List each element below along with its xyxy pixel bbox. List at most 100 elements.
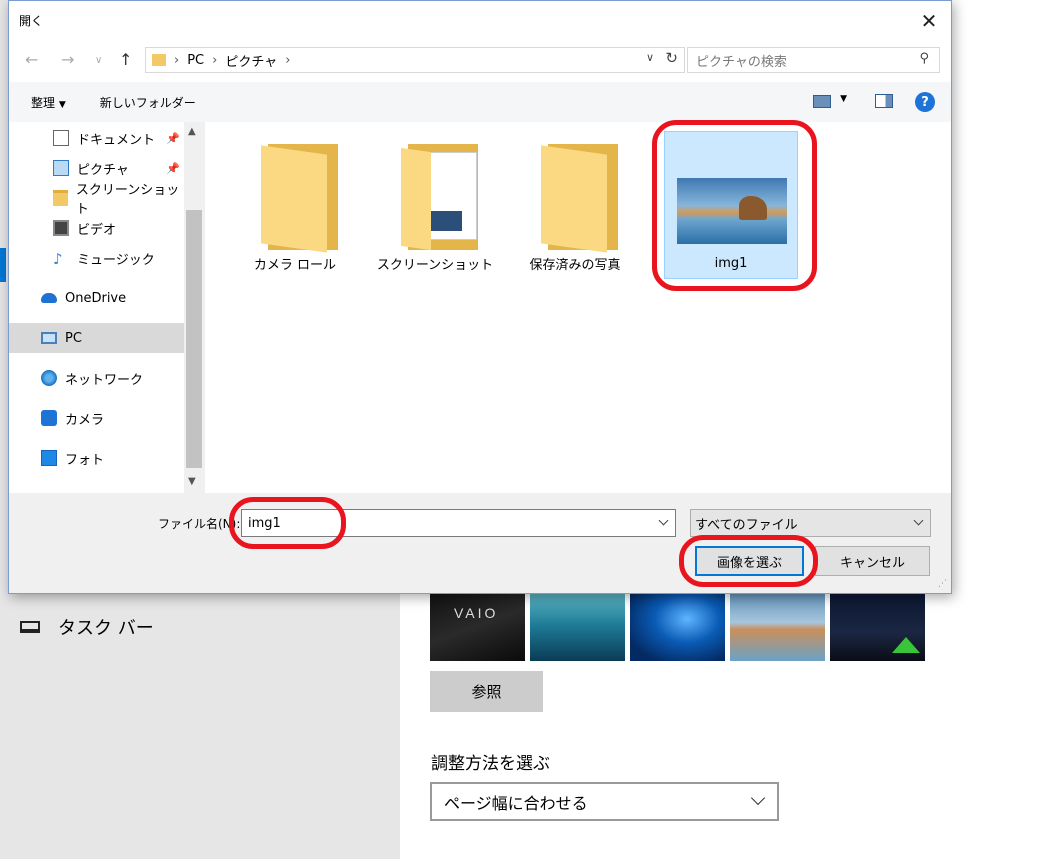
cancel-button[interactable]: キャンセル (815, 546, 930, 576)
nav-item-network[interactable]: ネットワーク (9, 363, 184, 393)
nav-item-photos[interactable]: フォト (9, 443, 184, 473)
nav-label: フォト (65, 452, 105, 468)
breadcrumb-pictures[interactable]: ピクチャ (225, 51, 277, 70)
command-bar: 整理 ▼ 新しいフォルダー ▼ ? (9, 82, 951, 122)
background-thumb-night[interactable] (830, 591, 925, 661)
nav-label: ミュージック (77, 252, 155, 268)
video-icon (53, 220, 69, 236)
up-arrow-icon[interactable]: ↑ (119, 50, 132, 69)
pc-icon (41, 332, 57, 344)
nav-label: スクリーンショット (75, 183, 180, 217)
background-thumb-underwater[interactable] (530, 591, 625, 661)
address-bar[interactable]: › PC › ピクチャ › ∨ ↻ (145, 47, 685, 73)
chevron-down-icon (913, 515, 924, 526)
chevron-down-icon (750, 790, 766, 806)
nav-item-videos[interactable]: ビデオ (9, 213, 184, 243)
vaio-logo-text: VAIO (454, 605, 499, 621)
filetype-select[interactable]: すべてのファイル (690, 509, 931, 537)
file-name: カメラ ロール (253, 258, 337, 273)
nav-label: ピクチャ (77, 162, 129, 178)
nav-item-onedrive[interactable]: OneDrive (9, 283, 184, 313)
breadcrumb-pc[interactable]: PC (187, 53, 204, 68)
search-placeholder: ピクチャの検索 (696, 54, 787, 70)
back-arrow-icon[interactable]: ← (25, 50, 38, 69)
nav-label: OneDrive (65, 290, 127, 306)
breadcrumb-separator-icon: › (212, 52, 218, 68)
scroll-up-icon[interactable]: ▲ (188, 126, 196, 137)
file-item-saved-pictures[interactable]: 保存済みの写真 (505, 122, 645, 282)
navigation-pane: ドキュメント 📌 ピクチャ 📌 スクリーンショット ビデオ ♪ ミュージック O… (9, 122, 184, 493)
background-thumb-beach[interactable] (730, 591, 825, 661)
tent-shape (892, 637, 920, 653)
dialog-footer: ファイル名(N): img1 すべてのファイル 画像を選ぶ キャンセル ⋰ (9, 493, 951, 593)
resize-grip-icon[interactable]: ⋰ (938, 579, 947, 589)
nav-item-documents[interactable]: ドキュメント 📌 (9, 123, 184, 153)
recent-backgrounds: VAIO (430, 591, 925, 661)
music-icon: ♪ (53, 250, 63, 268)
nav-label: ネットワーク (65, 372, 144, 388)
preview-pane-icon[interactable] (875, 94, 893, 108)
camera-icon (41, 410, 57, 426)
nav-item-screenshots[interactable]: スクリーンショット (9, 183, 184, 217)
file-name: img1 (714, 256, 748, 271)
nav-label: ドキュメント (77, 132, 156, 148)
onedrive-icon (41, 293, 57, 303)
refresh-icon[interactable]: ↻ (665, 49, 678, 67)
recent-chevron-icon[interactable]: ∨ (95, 55, 102, 66)
document-icon (53, 130, 69, 146)
browse-button[interactable]: 参照 (430, 671, 543, 712)
nav-item-camera[interactable]: カメラ (9, 403, 184, 433)
scroll-thumb[interactable] (186, 210, 202, 468)
pictures-icon (53, 160, 69, 176)
forward-arrow-icon[interactable]: → (61, 50, 74, 69)
fit-select-value: ページ幅に合わせる (444, 793, 588, 813)
organize-label: 整理 (31, 95, 56, 110)
filename-input[interactable]: img1 (241, 509, 676, 537)
pin-icon[interactable]: 📌 (166, 132, 180, 145)
dialog-titlebar[interactable]: 開く ✕ (9, 1, 951, 40)
folder-icon (53, 190, 68, 206)
file-item-img1[interactable]: img1 (664, 131, 798, 279)
folder-front (541, 145, 607, 253)
new-folder-button[interactable]: 新しいフォルダー (100, 94, 196, 111)
image-thumbnail (677, 178, 787, 244)
search-input[interactable]: ピクチャの検索 ⚲ (687, 47, 940, 73)
fit-label: 調整方法を選ぶ (431, 754, 550, 774)
address-dropdown-icon[interactable]: ∨ (646, 51, 654, 64)
folder-icon (152, 54, 166, 66)
file-item-camera-roll[interactable]: カメラ ロール (225, 122, 365, 282)
search-icon: ⚲ (919, 51, 929, 66)
scroll-down-icon[interactable]: ▼ (188, 476, 196, 487)
fit-select[interactable]: ページ幅に合わせる (430, 782, 779, 821)
file-name: スクリーンショット (376, 258, 494, 273)
help-icon[interactable]: ? (915, 92, 935, 112)
organize-button[interactable]: 整理 ▼ (31, 94, 66, 111)
breadcrumb-separator-icon: › (174, 52, 180, 68)
file-name: 保存済みの写真 (529, 258, 621, 273)
settings-nav-taskbar[interactable]: タスク バー (20, 612, 154, 642)
taskbar-label: タスク バー (58, 618, 154, 639)
chevron-down-icon[interactable] (658, 515, 669, 526)
breadcrumb-separator-icon: › (285, 52, 291, 68)
open-button[interactable]: 画像を選ぶ (695, 546, 804, 576)
nav-item-music[interactable]: ♪ ミュージック (9, 243, 184, 273)
filename-label: ファイル名(N): (158, 517, 241, 531)
nav-label: カメラ (65, 412, 105, 428)
background-thumb-vaio[interactable]: VAIO (430, 591, 525, 661)
view-icon[interactable] (813, 95, 831, 108)
view-dropdown-icon[interactable]: ▼ (840, 94, 847, 104)
dialog-title: 開く (19, 14, 44, 28)
close-icon[interactable]: ✕ (907, 1, 951, 40)
selected-nav-indicator (0, 248, 6, 282)
file-item-screenshots[interactable]: スクリーンショット (365, 122, 505, 282)
nav-label: PC (65, 330, 82, 346)
folder-front (401, 147, 431, 251)
pin-icon[interactable]: 📌 (166, 162, 180, 175)
nav-label: ビデオ (77, 222, 117, 238)
open-file-dialog: 開く ✕ ← → ∨ ↑ › PC › ピクチャ › ∨ ↻ ピクチャの検索 ⚲… (8, 0, 952, 594)
folder-front (261, 145, 327, 253)
nav-scrollbar[interactable]: ▲ ▼ (184, 122, 204, 493)
background-thumb-windows[interactable] (630, 591, 725, 661)
file-list: カメラ ロール スクリーンショット 保存済みの写真 img1 (205, 120, 951, 493)
nav-item-pc[interactable]: PC (9, 323, 184, 353)
